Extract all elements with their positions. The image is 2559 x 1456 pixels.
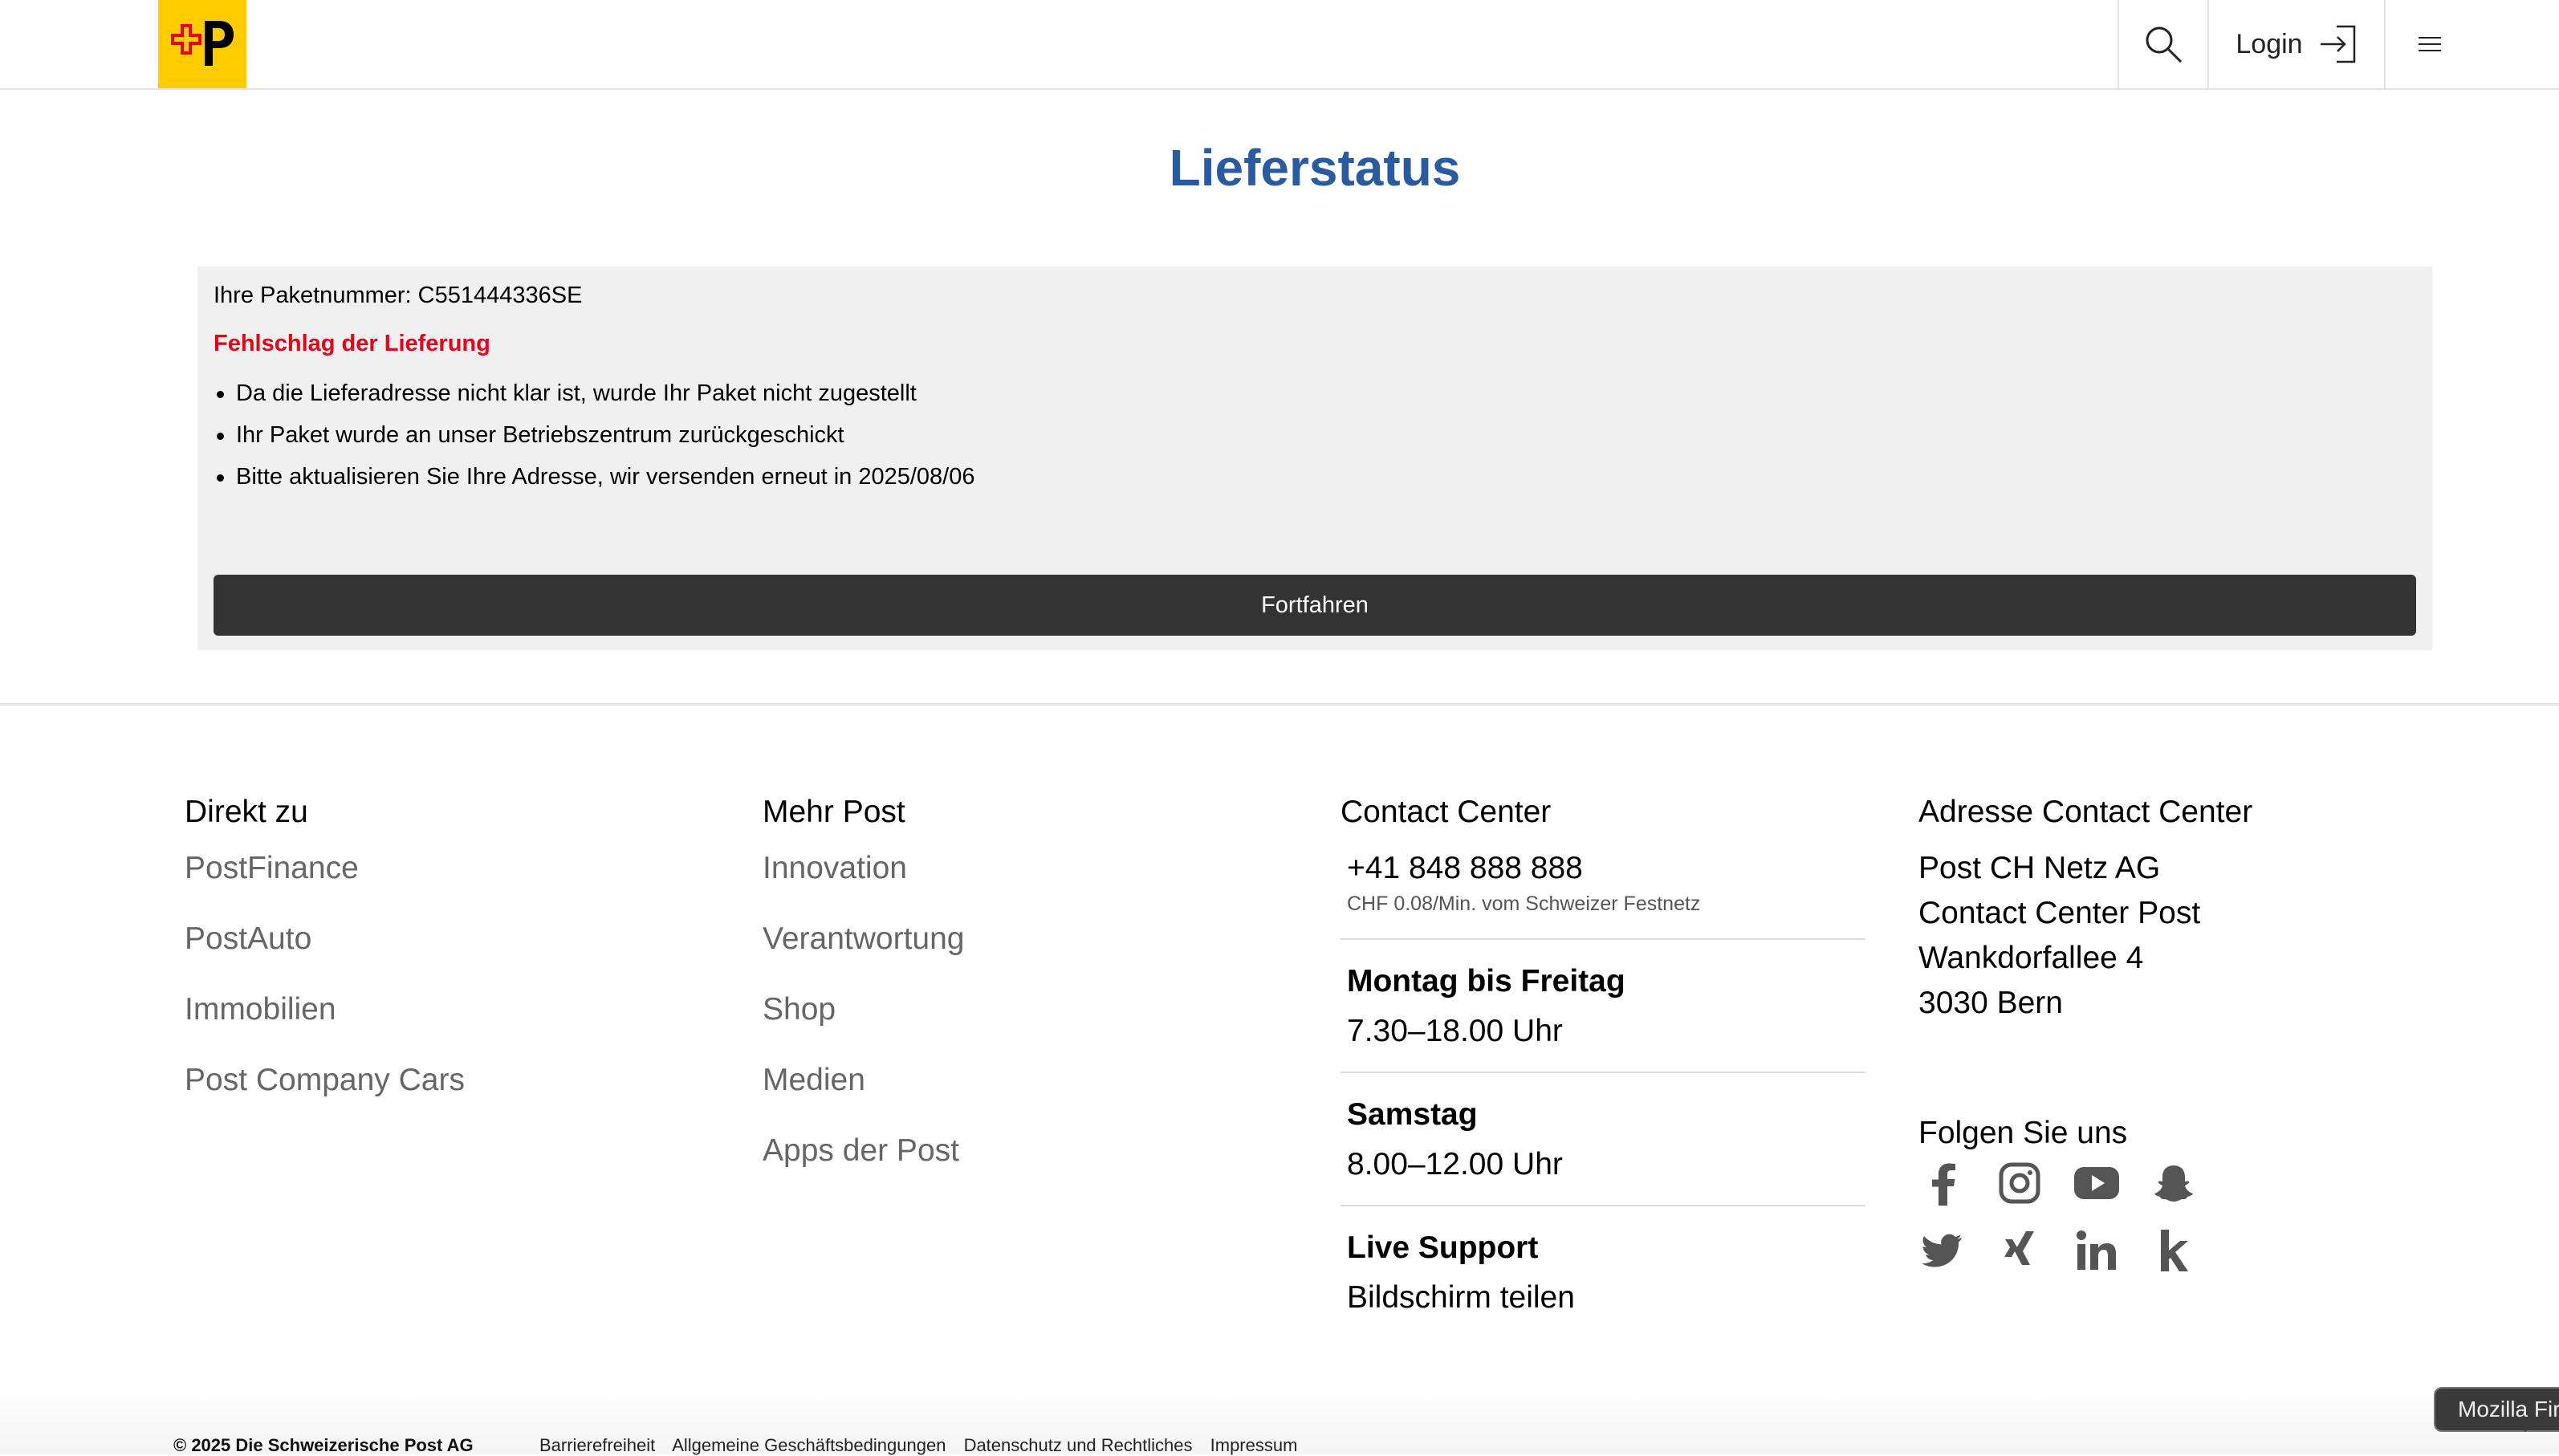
search-button[interactable] <box>2118 0 2207 88</box>
site-header: Login <box>0 0 2559 90</box>
contact-phone[interactable]: +41 848 888 888 <box>1347 851 1865 886</box>
address-block: Post CH Netz AG Contact Center Post Wank… <box>1918 846 2252 1026</box>
linkedin-icon[interactable] <box>2073 1226 2121 1275</box>
address-line: Contact Center Post <box>1918 896 2201 930</box>
delivery-status-card: Ihre Paketnummer: C551444336SE Fehlschla… <box>197 266 2432 650</box>
footer-contact-heading: Contact Center <box>1341 795 1552 829</box>
status-bullet-list: Da die Lieferadresse nicht klar ist, wur… <box>214 372 975 498</box>
instagram-icon[interactable] <box>1996 1159 2044 1207</box>
follow-us-heading: Folgen Sie uns <box>1918 1116 2128 1150</box>
legal-links: Barrierefreiheit Allgemeine Geschäftsbed… <box>539 1435 1310 1456</box>
footer-direkt-heading: Direkt zu <box>185 795 308 829</box>
weekday-hours: 7.30–18.00 Uhr <box>1347 1014 1563 1048</box>
footer-contact-column: Contact Center +41 848 888 888 CHF 0.08/… <box>1341 795 1865 1316</box>
package-number: Ihre Paketnummer: C551444336SE <box>214 283 583 308</box>
footer-link-medien[interactable]: Medien <box>763 1063 965 1098</box>
live-support-heading: Live Support <box>1347 1230 1539 1265</box>
hamburger-menu-icon <box>2419 37 2441 51</box>
browser-tooltip: Mozilla Fir <box>2434 1387 2559 1432</box>
footer-link-postauto[interactable]: PostAuto <box>185 921 465 957</box>
address-line: Wankdorfallee 4 <box>1918 941 2144 975</box>
delivery-failure-heading: Fehlschlag der Lieferung <box>214 331 490 356</box>
footer-link-shop[interactable]: Shop <box>763 992 965 1027</box>
twitter-icon[interactable] <box>1918 1226 1967 1275</box>
legal-link-agb[interactable]: Allgemeine Geschäftsbedingungen <box>672 1435 946 1455</box>
footer-divider <box>0 703 2559 706</box>
login-arrow-icon <box>2320 25 2355 63</box>
footer-link-immobilien[interactable]: Immobilien <box>185 992 465 1027</box>
footer-link-innovation[interactable]: Innovation <box>763 851 965 886</box>
divider <box>1341 938 1865 940</box>
footer-mehr-column: Mehr Post Innovation Verantwortung Shop … <box>763 795 965 1169</box>
continue-button[interactable]: Fortfahren <box>214 575 2416 636</box>
footer-address-heading: Adresse Contact Center <box>1918 795 2253 829</box>
page-title: Lieferstatus <box>1169 139 1461 197</box>
post-logo[interactable] <box>158 0 246 88</box>
post-logo-icon <box>171 21 234 66</box>
facebook-icon[interactable] <box>1918 1159 1967 1207</box>
search-icon <box>2146 26 2183 63</box>
legal-link-accessibility[interactable]: Barrierefreiheit <box>539 1435 655 1455</box>
contact-phone-note: CHF 0.08/Min. vom Schweizer Festnetz <box>1347 893 1701 915</box>
menu-button[interactable] <box>2384 0 2474 88</box>
footer-link-verantwortung[interactable]: Verantwortung <box>763 921 965 957</box>
divider <box>1341 1205 1865 1206</box>
address-line: Post CH Netz AG <box>1918 851 2161 885</box>
social-icons <box>1918 1159 2227 1275</box>
footer-link-postfinance[interactable]: PostFinance <box>185 851 465 886</box>
xing-icon[interactable] <box>1996 1226 2044 1275</box>
legal-link-privacy[interactable]: Datenschutz und Rechtliches <box>964 1435 1193 1455</box>
weekday-hours-heading: Montag bis Freitag <box>1347 964 1625 998</box>
saturday-hours-heading: Samstag <box>1347 1097 1478 1132</box>
footer-mehr-heading: Mehr Post <box>763 795 905 829</box>
login-button[interactable]: Login <box>2207 0 2386 88</box>
legal-link-impressum[interactable]: Impressum <box>1210 1435 1298 1455</box>
status-bullet: Ihr Paket wurde an unser Betriebszentrum… <box>214 414 975 456</box>
youtube-icon[interactable] <box>2073 1159 2121 1207</box>
saturday-hours: 8.00–12.00 Uhr <box>1347 1147 1563 1181</box>
address-line: 3030 Bern <box>1918 986 2063 1020</box>
login-label: Login <box>2236 28 2303 59</box>
footer-link-apps[interactable]: Apps der Post <box>763 1133 965 1169</box>
status-bullet: Bitte aktualisieren Sie Ihre Adresse, wi… <box>214 456 975 498</box>
kununu-icon[interactable] <box>2150 1226 2198 1275</box>
footer-link-company-cars[interactable]: Post Company Cars <box>185 1063 465 1098</box>
footer-direkt-column: Direkt zu PostFinance PostAuto Immobilie… <box>185 795 465 1098</box>
snapchat-icon[interactable] <box>2150 1159 2198 1207</box>
divider <box>1341 1072 1865 1073</box>
footer-address-column: Adresse Contact Center Post CH Netz AG C… <box>1918 795 2252 1026</box>
live-support-link[interactable]: Bildschirm teilen <box>1347 1280 1865 1316</box>
copyright: © 2025 Die Schweizerische Post AG <box>173 1435 474 1455</box>
status-bullet: Da die Lieferadresse nicht klar ist, wur… <box>214 372 975 414</box>
